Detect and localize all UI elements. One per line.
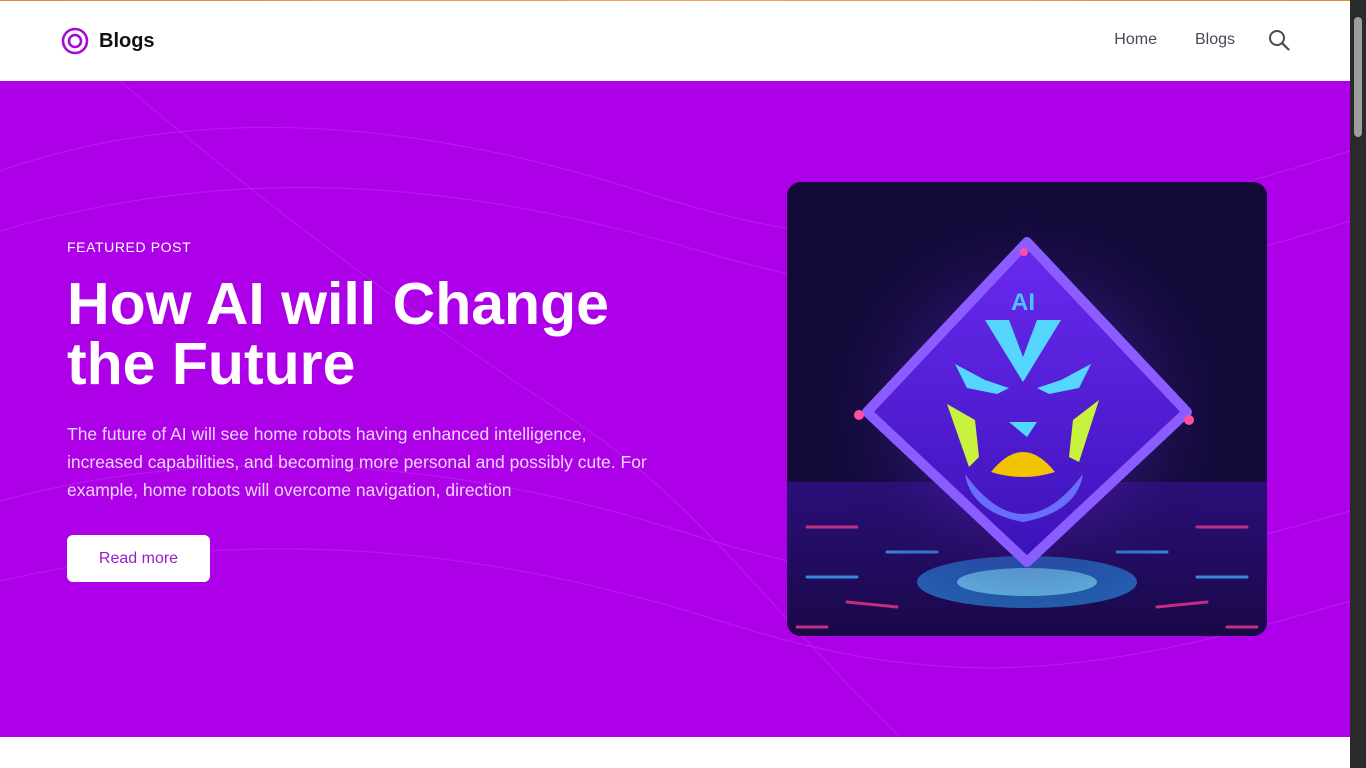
page-scrollbar[interactable] — [1350, 0, 1366, 768]
featured-post-image[interactable]: AI — [787, 182, 1267, 636]
nav-link-home[interactable]: Home — [1114, 28, 1157, 52]
ai-robot-illustration: AI — [787, 182, 1267, 636]
post-title: How AI will Change the Future — [67, 271, 609, 397]
main-nav: Home Blogs — [1114, 28, 1290, 52]
featured-post-label: FEATURED POST — [67, 239, 192, 255]
post-excerpt: The future of AI will see home robots ha… — [67, 424, 647, 500]
brand-link[interactable]: Blogs — [61, 27, 155, 55]
navbar: Blogs Home Blogs — [0, 1, 1350, 81]
search-icon[interactable] — [1268, 29, 1290, 51]
scrollbar-thumb[interactable] — [1354, 17, 1362, 137]
read-more-button[interactable]: Read more — [67, 535, 210, 582]
nav-link-blogs[interactable]: Blogs — [1195, 28, 1235, 52]
featured-hero: FEATURED POST How AI will Change the Fut… — [0, 81, 1350, 737]
brand-name: Blogs — [99, 29, 155, 52]
target-ring-icon — [61, 27, 89, 55]
ai-badge-text: AI — [1011, 289, 1035, 316]
